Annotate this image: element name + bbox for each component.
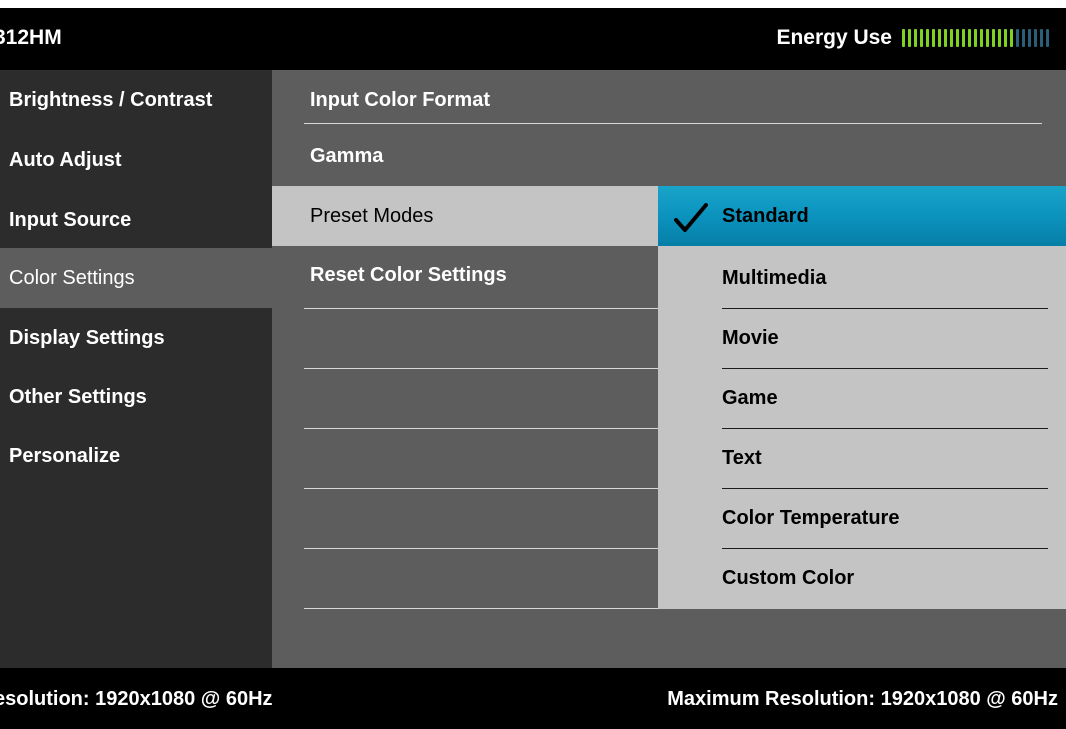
divider — [304, 428, 658, 429]
maximum-resolution: Maximum Resolution: 1920x1080 @ 60Hz — [667, 688, 1058, 710]
submenu-item-input-color-format[interactable]: Input Color Format — [272, 70, 658, 130]
energy-segment — [992, 29, 995, 47]
menu-item-label: Input Source — [9, 209, 132, 231]
menu-item-color-settings[interactable]: Color Settings — [0, 248, 272, 308]
energy-segment — [1010, 29, 1013, 47]
energy-segment — [1016, 29, 1019, 47]
menu-item-input-source[interactable]: Input Source — [0, 190, 272, 250]
menu-item-auto-adjust[interactable]: Auto Adjust — [0, 130, 272, 190]
preset-option-label: Custom Color — [722, 567, 855, 589]
menu-item-other-settings[interactable]: Other Settings — [0, 367, 272, 427]
preset-modes-options: Standard Multimedia Movie Game Text Colo… — [658, 186, 1066, 609]
energy-segment — [1022, 29, 1025, 47]
submenu-item-label: Preset Modes — [310, 205, 434, 227]
menu-item-brightness-contrast[interactable]: Brightness / Contrast — [0, 70, 272, 130]
energy-segment — [1040, 29, 1043, 47]
checkmark-icon — [674, 203, 708, 232]
preset-option-color-temperature[interactable]: Color Temperature — [658, 488, 1066, 548]
menu-item-label: Brightness / Contrast — [9, 89, 213, 111]
osd-footer: esolution: 1920x1080 @ 60Hz Maximum Reso… — [0, 668, 1066, 729]
submenu-item-preset-modes[interactable]: Preset Modes — [272, 186, 658, 246]
preset-option-text[interactable]: Text — [658, 428, 1066, 488]
preset-option-label: Game — [722, 387, 778, 409]
menu-item-label: Auto Adjust — [9, 149, 122, 171]
divider — [304, 368, 658, 369]
osd-header: 312HM Energy Use — [0, 8, 1066, 70]
monitor-osd: 312HM Energy Use Brightness / Contrast A… — [0, 0, 1066, 729]
energy-segment — [980, 29, 983, 47]
energy-segment — [1034, 29, 1037, 47]
preset-option-label: Movie — [722, 327, 779, 349]
energy-segment — [1046, 29, 1049, 47]
energy-use-label: Energy Use — [776, 26, 892, 49]
energy-segment — [962, 29, 965, 47]
energy-level-bar — [902, 28, 1052, 48]
energy-segment — [956, 29, 959, 47]
energy-segment — [938, 29, 941, 47]
submenu-item-reset-color-settings[interactable]: Reset Color Settings — [272, 245, 658, 305]
submenu-item-label: Gamma — [310, 145, 384, 167]
divider — [304, 123, 1042, 124]
submenu-item-label: Input Color Format — [310, 89, 490, 111]
energy-segment — [914, 29, 917, 47]
menu-item-personalize[interactable]: Personalize — [0, 426, 272, 486]
preset-option-standard[interactable]: Standard — [658, 186, 1066, 246]
energy-segment — [986, 29, 989, 47]
menu-item-display-settings[interactable]: Display Settings — [0, 308, 272, 368]
energy-segment — [968, 29, 971, 47]
energy-segment — [974, 29, 977, 47]
energy-segment — [902, 29, 905, 47]
menu-item-label: Other Settings — [9, 386, 147, 408]
preset-option-movie[interactable]: Movie — [658, 308, 1066, 368]
preset-option-custom-color[interactable]: Custom Color — [658, 548, 1066, 608]
energy-segment — [1028, 29, 1031, 47]
energy-segment — [908, 29, 911, 47]
submenu-item-label: Reset Color Settings — [310, 264, 507, 286]
preset-option-label: Color Temperature — [722, 507, 900, 529]
energy-segment — [920, 29, 923, 47]
divider — [304, 308, 658, 309]
preset-option-label: Text — [722, 447, 762, 469]
submenu-item-gamma[interactable]: Gamma — [272, 126, 658, 186]
divider — [304, 548, 658, 549]
preset-option-multimedia[interactable]: Multimedia — [658, 248, 1066, 308]
divider — [304, 488, 658, 489]
energy-segment — [1004, 29, 1007, 47]
preset-option-label: Standard — [722, 205, 809, 227]
energy-segment — [944, 29, 947, 47]
current-resolution: esolution: 1920x1080 @ 60Hz — [0, 688, 273, 710]
energy-segment — [998, 29, 1001, 47]
menu-item-label: Personalize — [9, 445, 121, 467]
preset-option-label: Multimedia — [722, 267, 827, 289]
energy-segment — [926, 29, 929, 47]
menu-item-label: Display Settings — [9, 327, 165, 349]
divider — [304, 608, 658, 609]
energy-use-meter: Energy Use — [776, 26, 1052, 50]
model-name: 312HM — [0, 26, 62, 49]
energy-segment — [932, 29, 935, 47]
preset-option-game[interactable]: Game — [658, 368, 1066, 428]
main-menu: Brightness / Contrast Auto Adjust Input … — [0, 70, 272, 668]
energy-segment — [950, 29, 953, 47]
menu-item-label: Color Settings — [9, 267, 135, 289]
